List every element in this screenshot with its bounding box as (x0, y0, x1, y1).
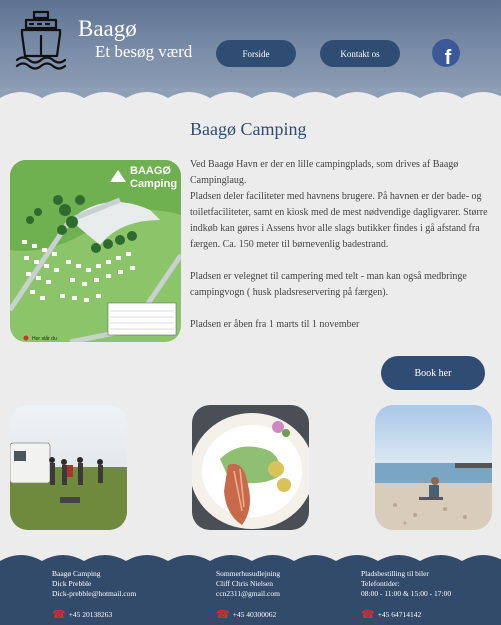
map-legend-label: Her står du (32, 335, 57, 342)
phone-number: +45 40300062 (232, 610, 277, 619)
facebook-icon[interactable]: f (432, 39, 460, 67)
facebook-glyph: f (444, 47, 452, 67)
phone-icon: ☎ (52, 609, 66, 621)
nav-kontakt-button[interactable]: Kontakt os (320, 40, 400, 67)
description-text: Ved Baagø Havn er der en lille campingpl… (190, 157, 490, 333)
footer-phone-camping[interactable]: ☎ +45 20138263 (52, 608, 112, 621)
site-subtitle: Et besøg værd (95, 42, 193, 61)
caravan-photo (10, 405, 127, 530)
footer-contact-booking: Pladsbestilling til biler Telefontider: … (361, 569, 451, 599)
footer-phone-sommerhus[interactable]: ☎ +45 40300062 (216, 608, 276, 621)
paragraph-season: Pladsen er åben fra 1 marts til 1 novemb… (190, 319, 360, 330)
footer-line: Baagø Camping (52, 569, 101, 578)
phone-icon: ☎ (216, 609, 230, 621)
camping-map-image: BAAGØ Camping Her står du (10, 160, 181, 342)
nav-forside-button[interactable]: Forside (216, 40, 296, 67)
site-title: Baagø (78, 16, 137, 41)
header-scallop-divider (0, 88, 501, 108)
footer-email-link[interactable]: Dick-prebble@hotmail.com (52, 589, 136, 599)
footer-line: Telefontider: (361, 579, 400, 588)
footer-line: 08:00 - 11:00 & 15:00 - 17:00 (361, 589, 452, 598)
phone-number: +45 20138263 (68, 610, 113, 619)
footer-line: Pladsbestilling til biler (361, 569, 429, 578)
ship-logo-icon[interactable] (14, 8, 68, 72)
footer-phone-booking[interactable]: ☎ +45 64714142 (361, 608, 421, 621)
phone-icon: ☎ (361, 609, 375, 621)
beach-photo (375, 405, 492, 530)
footer-line: Cliff Chris Nielsen (216, 579, 273, 588)
book-button[interactable]: Book her (381, 356, 485, 390)
paragraph-facilities: Pladsen deler faciliteter med havnens br… (190, 191, 488, 250)
paragraph-intro: Ved Baagø Havn er der en lille campingpl… (190, 159, 459, 186)
phone-number: +45 64714142 (377, 610, 422, 619)
footer-line: Sommerhusudlejning (216, 569, 281, 578)
page-title: Baagø Camping (190, 119, 307, 139)
footer-email-link[interactable]: ccn2311@gmail.com (216, 589, 280, 599)
footer-line: Dick Prebble (52, 579, 92, 588)
paragraph-tent: Pladsen er velegnet til campering med te… (190, 271, 467, 298)
map-title-line-1: BAAGØ (130, 165, 171, 177)
food-plate-photo (192, 405, 309, 530)
map-title-line-2: Camping (130, 178, 177, 190)
footer-contact-camping: Baagø Camping Dick Prebble Dick-prebble@… (52, 569, 136, 599)
footer-contact-sommerhus: Sommerhusudlejning Cliff Chris Nielsen c… (216, 569, 280, 599)
footer-scallop-divider (0, 549, 501, 569)
